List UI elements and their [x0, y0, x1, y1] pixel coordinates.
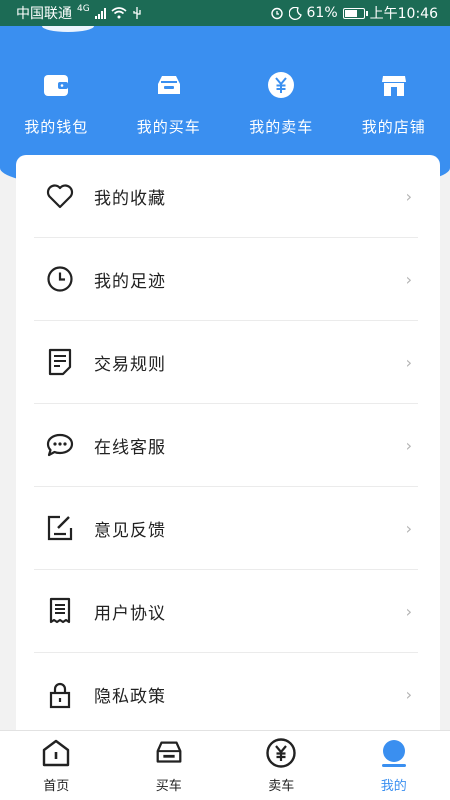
- tab-sell-car[interactable]: 卖车: [225, 737, 337, 794]
- home-icon: [40, 737, 72, 769]
- status-bar: 中国联通 4G 61% 上午10:46: [0, 0, 450, 26]
- document-icon: [46, 348, 74, 376]
- moon-icon: [288, 6, 302, 20]
- menu-item-trade-rules[interactable]: 交易规则 ›: [34, 321, 418, 404]
- quick-item-my-sales[interactable]: 我的卖车: [225, 70, 337, 137]
- chevron-right-icon: ›: [405, 518, 412, 538]
- tab-label-buy-car: 买车: [155, 779, 182, 794]
- clock-time: 上午10:46: [369, 6, 438, 22]
- tab-label-home: 首页: [43, 779, 70, 794]
- usb-icon: [133, 6, 141, 19]
- quick-nav: 我的钱包 我的买车 我的卖车 我的店铺: [0, 70, 450, 137]
- chevron-right-icon: ›: [405, 352, 412, 372]
- menu-item-feedback[interactable]: 意见反馈 ›: [34, 487, 418, 570]
- battery-percent: 61%: [306, 5, 338, 21]
- quick-label-my-purchases: 我的买车: [136, 118, 201, 136]
- tab-label-sell-car: 卖车: [268, 779, 295, 794]
- menu-card: 我的收藏 › 我的足迹 › 交易规则 › 在线客服 › 意见反馈 › 用户协议 …: [16, 155, 440, 730]
- wallet-icon: [41, 70, 71, 100]
- quick-label-wallet: 我的钱包: [24, 118, 89, 136]
- menu-label-history: 我的足迹: [94, 271, 166, 292]
- profile-icon: [378, 737, 410, 769]
- tab-label-mine: 我的: [380, 779, 407, 794]
- menu-label-customer-service: 在线客服: [94, 437, 166, 458]
- quick-item-wallet[interactable]: 我的钱包: [0, 70, 112, 137]
- tab-buy-car[interactable]: 买车: [113, 737, 225, 794]
- chevron-right-icon: ›: [405, 435, 412, 455]
- quick-label-my-store: 我的店铺: [361, 118, 426, 136]
- edit-icon: [46, 514, 74, 542]
- quick-item-my-purchases[interactable]: 我的买车: [113, 70, 225, 137]
- signal-icon: [94, 7, 106, 19]
- menu-label-feedback: 意见反馈: [94, 520, 166, 541]
- quick-item-my-store[interactable]: 我的店铺: [338, 70, 450, 137]
- quick-label-my-sales: 我的卖车: [249, 118, 314, 136]
- carrier-label: 中国联通: [16, 6, 72, 22]
- menu-label-privacy-policy: 隐私政策: [94, 687, 166, 707]
- alarm-icon: [270, 7, 283, 20]
- car-icon: [153, 737, 185, 769]
- chevron-right-icon: ›: [405, 269, 412, 289]
- yen-circle-icon: [265, 737, 297, 769]
- bottom-tab-bar: 首页 买车 卖车 我的: [0, 730, 450, 800]
- heart-icon: [46, 182, 74, 210]
- menu-item-privacy-policy[interactable]: 隐私政策 ›: [34, 653, 418, 730]
- menu-item-history[interactable]: 我的足迹 ›: [34, 238, 418, 321]
- wifi-icon: [111, 7, 127, 19]
- menu-label-user-agreement: 用户协议: [94, 603, 166, 624]
- store-icon: [379, 70, 409, 100]
- car-buy-icon: [154, 70, 184, 100]
- menu-item-user-agreement[interactable]: 用户协议 ›: [34, 570, 418, 653]
- battery-icon: [342, 7, 368, 19]
- menu-item-favorites[interactable]: 我的收藏 ›: [34, 155, 418, 238]
- chevron-right-icon: ›: [405, 685, 412, 704]
- tab-home[interactable]: 首页: [0, 737, 112, 794]
- chevron-right-icon: ›: [405, 601, 412, 621]
- lock-icon: [46, 681, 74, 709]
- menu-label-favorites: 我的收藏: [94, 188, 166, 209]
- clock-icon: [46, 265, 74, 293]
- tab-mine[interactable]: 我的: [338, 737, 450, 794]
- receipt-icon: [46, 597, 74, 625]
- menu-item-customer-service[interactable]: 在线客服 ›: [34, 404, 418, 487]
- yen-icon: [266, 70, 296, 100]
- chevron-right-icon: ›: [405, 186, 412, 206]
- chat-icon: [46, 431, 74, 459]
- menu-label-trade-rules: 交易规则: [94, 354, 166, 375]
- network-label: 4G: [77, 4, 90, 14]
